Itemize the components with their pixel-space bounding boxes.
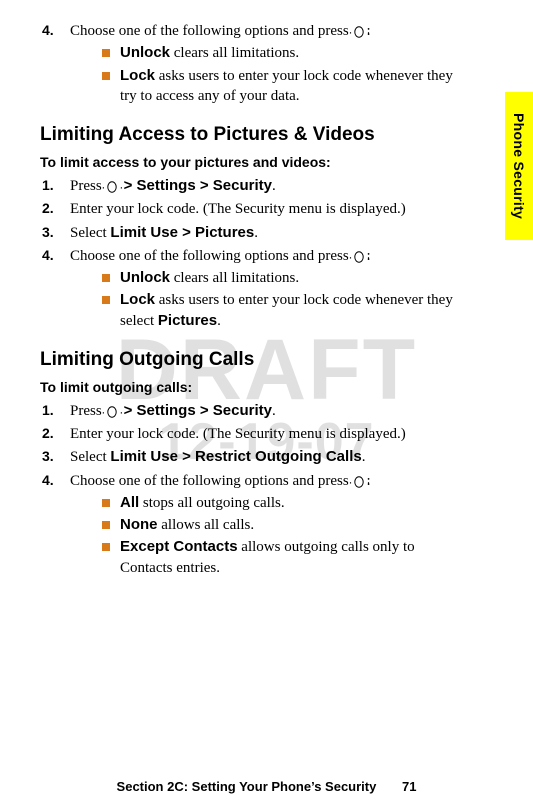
- a-bullet-unlock: Unlock clears all limitations.: [102, 268, 493, 288]
- square-bullet-icon: [102, 521, 110, 529]
- b-bullet-except-contacts: Except Contacts allows outgoing calls on…: [102, 537, 493, 578]
- square-bullet-icon: [102, 499, 110, 507]
- a-bullet-lock: Lock asks users to enter your lock code …: [102, 290, 493, 331]
- a-step-4: 4. Choose one of the following options a…: [42, 246, 493, 266]
- bullet-unlock-top: Unlock clears all limitations.: [102, 43, 493, 63]
- bullet-lock-top: Lock asks users to enter your lock code …: [102, 66, 493, 107]
- square-bullet-icon: [102, 49, 110, 57]
- ok-key-icon: [352, 24, 366, 40]
- a-step-2: 2. Enter your lock code. (The Security m…: [42, 199, 493, 219]
- b-step-2: 2. Enter your lock code. (The Security m…: [42, 424, 493, 444]
- subhead-outgoing: To limit outgoing calls:: [40, 379, 493, 395]
- a-step-3: 3. Select Limit Use > Pictures.: [42, 223, 493, 243]
- b-bullet-none: None allows all calls.: [102, 515, 493, 535]
- b-bullet-all: All stops all outgoing calls.: [102, 493, 493, 513]
- heading-outgoing-calls: Limiting Outgoing Calls: [40, 349, 493, 371]
- footer-text: Section 2C: Setting Your Phone’s Securit…: [117, 779, 377, 794]
- b-step-3: 3. Select Limit Use > Restrict Outgoing …: [42, 447, 493, 467]
- step-4-top: 4. Choose one of the following options a…: [42, 21, 493, 41]
- page-footer: Section 2C: Setting Your Phone’s Securit…: [0, 779, 533, 794]
- square-bullet-icon: [102, 543, 110, 551]
- bullet-bold: Lock: [120, 67, 155, 84]
- heading-pictures-videos: Limiting Access to Pictures & Videos: [40, 124, 493, 146]
- ok-key-icon: [352, 249, 366, 265]
- step-number: 4.: [42, 21, 70, 40]
- ok-key-icon: [352, 474, 366, 490]
- subhead-pictures: To limit access to your pictures and vid…: [40, 154, 493, 170]
- b-step-4: 4. Choose one of the following options a…: [42, 471, 493, 491]
- square-bullet-icon: [102, 72, 110, 80]
- bullet-bold: Unlock: [120, 44, 170, 61]
- page-number: 71: [402, 779, 416, 794]
- ok-key-icon: [105, 179, 119, 195]
- b-step-1: 1. Press > Settings > Security.: [42, 401, 493, 421]
- square-bullet-icon: [102, 274, 110, 282]
- page-content: 4. Choose one of the following options a…: [40, 21, 493, 578]
- a-step-1: 1. Press > Settings > Security.: [42, 176, 493, 196]
- ok-key-icon: [105, 404, 119, 420]
- step-text: Choose one of the following options and …: [70, 21, 493, 41]
- square-bullet-icon: [102, 296, 110, 304]
